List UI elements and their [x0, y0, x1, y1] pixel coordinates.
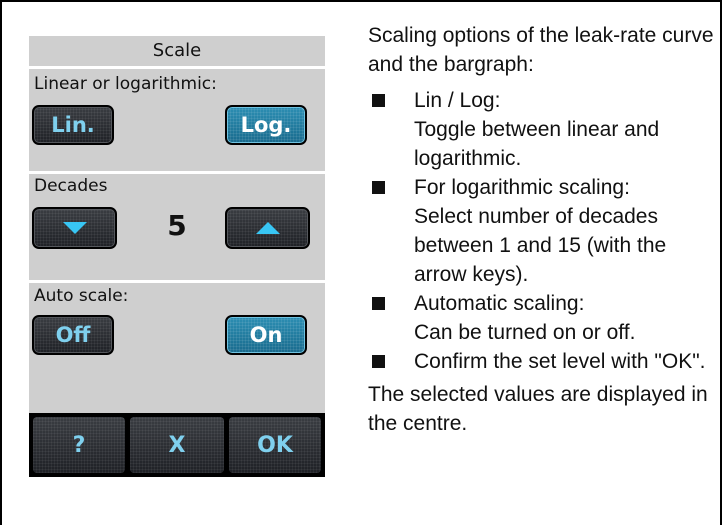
bullet-text: Can be turned on or off.: [414, 321, 636, 344]
bullet-title: Automatic scaling:: [414, 292, 585, 315]
linear-log-label: Linear or logarithmic:: [34, 74, 217, 94]
bottom-button-bar: ? X OK: [29, 413, 325, 477]
increase-decades-button[interactable]: [225, 207, 310, 249]
bullet-text: Toggle between linear and logarithmic.: [414, 118, 660, 170]
decrease-decades-button[interactable]: [32, 207, 117, 249]
description-text: Scaling options of the leak-rate curve a…: [368, 21, 718, 438]
triangle-up-icon: [255, 222, 280, 234]
panel-title: Scale: [152, 40, 202, 61]
log-button[interactable]: Log.: [225, 105, 307, 145]
list-item: Confirm the set level with "OK".: [368, 347, 718, 376]
lin-button-label: Lin.: [51, 113, 95, 137]
help-button[interactable]: ?: [33, 417, 125, 473]
off-button-label: Off: [55, 323, 91, 347]
divider: [29, 280, 325, 283]
decades-value: 5: [167, 209, 187, 242]
help-button-label: ?: [72, 432, 86, 458]
list-item: Lin / Log: Toggle between linear and log…: [368, 86, 718, 173]
square-bullet-icon: [372, 355, 385, 368]
bullet-title: For logarithmic scaling:: [414, 176, 630, 199]
ok-button-label: OK: [257, 432, 293, 458]
auto-scale-on-button[interactable]: On: [225, 315, 307, 355]
square-bullet-icon: [372, 181, 385, 194]
intro-text: Scaling options of the leak-rate curve a…: [368, 24, 714, 76]
ok-button[interactable]: OK: [229, 417, 321, 473]
bullet-list: Lin / Log: Toggle between linear and log…: [368, 86, 718, 376]
divider: [29, 171, 325, 174]
cancel-button[interactable]: X: [130, 417, 224, 473]
log-button-label: Log.: [240, 113, 292, 137]
bullet-text: Confirm the set level with "OK".: [414, 350, 706, 373]
on-button-label: On: [249, 323, 283, 347]
list-item: Automatic scaling: Can be turned on or o…: [368, 289, 718, 347]
scale-panel: Scale Linear or logarithmic: Lin. Log. D…: [29, 36, 325, 477]
auto-scale-label: Auto scale:: [34, 286, 129, 306]
closing-text: The selected values are displayed in the…: [368, 383, 708, 435]
cancel-button-label: X: [168, 432, 186, 458]
decades-label: Decades: [34, 176, 108, 196]
lin-button[interactable]: Lin.: [32, 105, 114, 145]
square-bullet-icon: [372, 94, 385, 107]
bullet-title: Lin / Log:: [414, 89, 501, 112]
triangle-down-icon: [62, 222, 87, 234]
divider: [29, 66, 325, 69]
bullet-text: Select number of decades between 1 and 1…: [414, 205, 667, 286]
auto-scale-off-button[interactable]: Off: [32, 315, 114, 355]
list-item: For logarithmic scaling: Select number o…: [368, 173, 718, 289]
square-bullet-icon: [372, 297, 385, 310]
